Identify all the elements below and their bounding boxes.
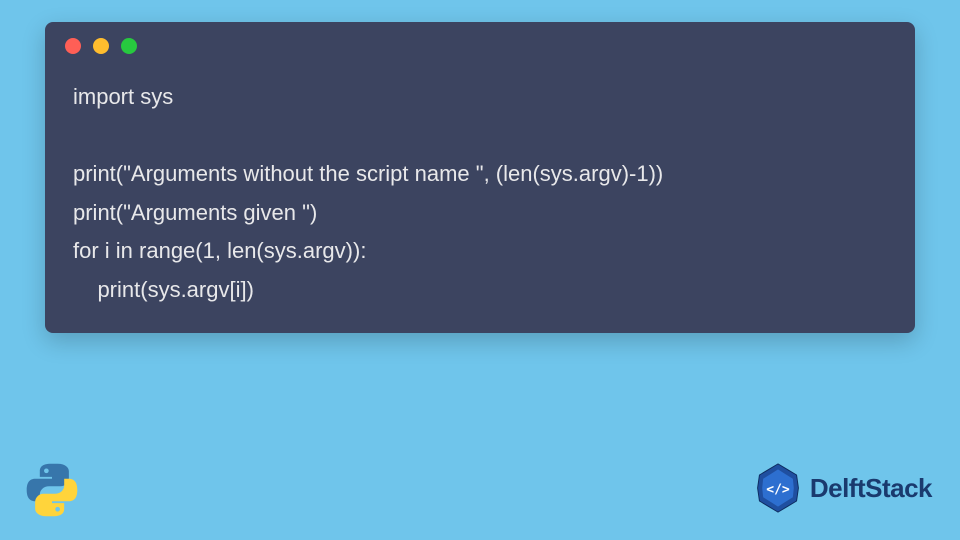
maximize-icon <box>121 38 137 54</box>
code-content: import sys print("Arguments without the … <box>45 64 915 315</box>
brand-name: DelftStack <box>810 473 932 504</box>
code-line: print("Arguments without the script name… <box>73 161 663 186</box>
close-icon <box>65 38 81 54</box>
code-line: for i in range(1, len(sys.argv)): <box>73 238 366 263</box>
code-line: import sys <box>73 84 173 109</box>
code-window: import sys print("Arguments without the … <box>45 22 915 333</box>
minimize-icon <box>93 38 109 54</box>
window-titlebar <box>45 22 915 64</box>
svg-text:</>: </> <box>766 483 790 498</box>
code-line: print(sys.argv[i]) <box>73 277 254 302</box>
brand-logo: </> DelftStack <box>752 462 932 514</box>
python-logo-icon <box>22 460 82 520</box>
code-line: print("Arguments given ") <box>73 200 317 225</box>
brand-badge-icon: </> <box>752 462 804 514</box>
